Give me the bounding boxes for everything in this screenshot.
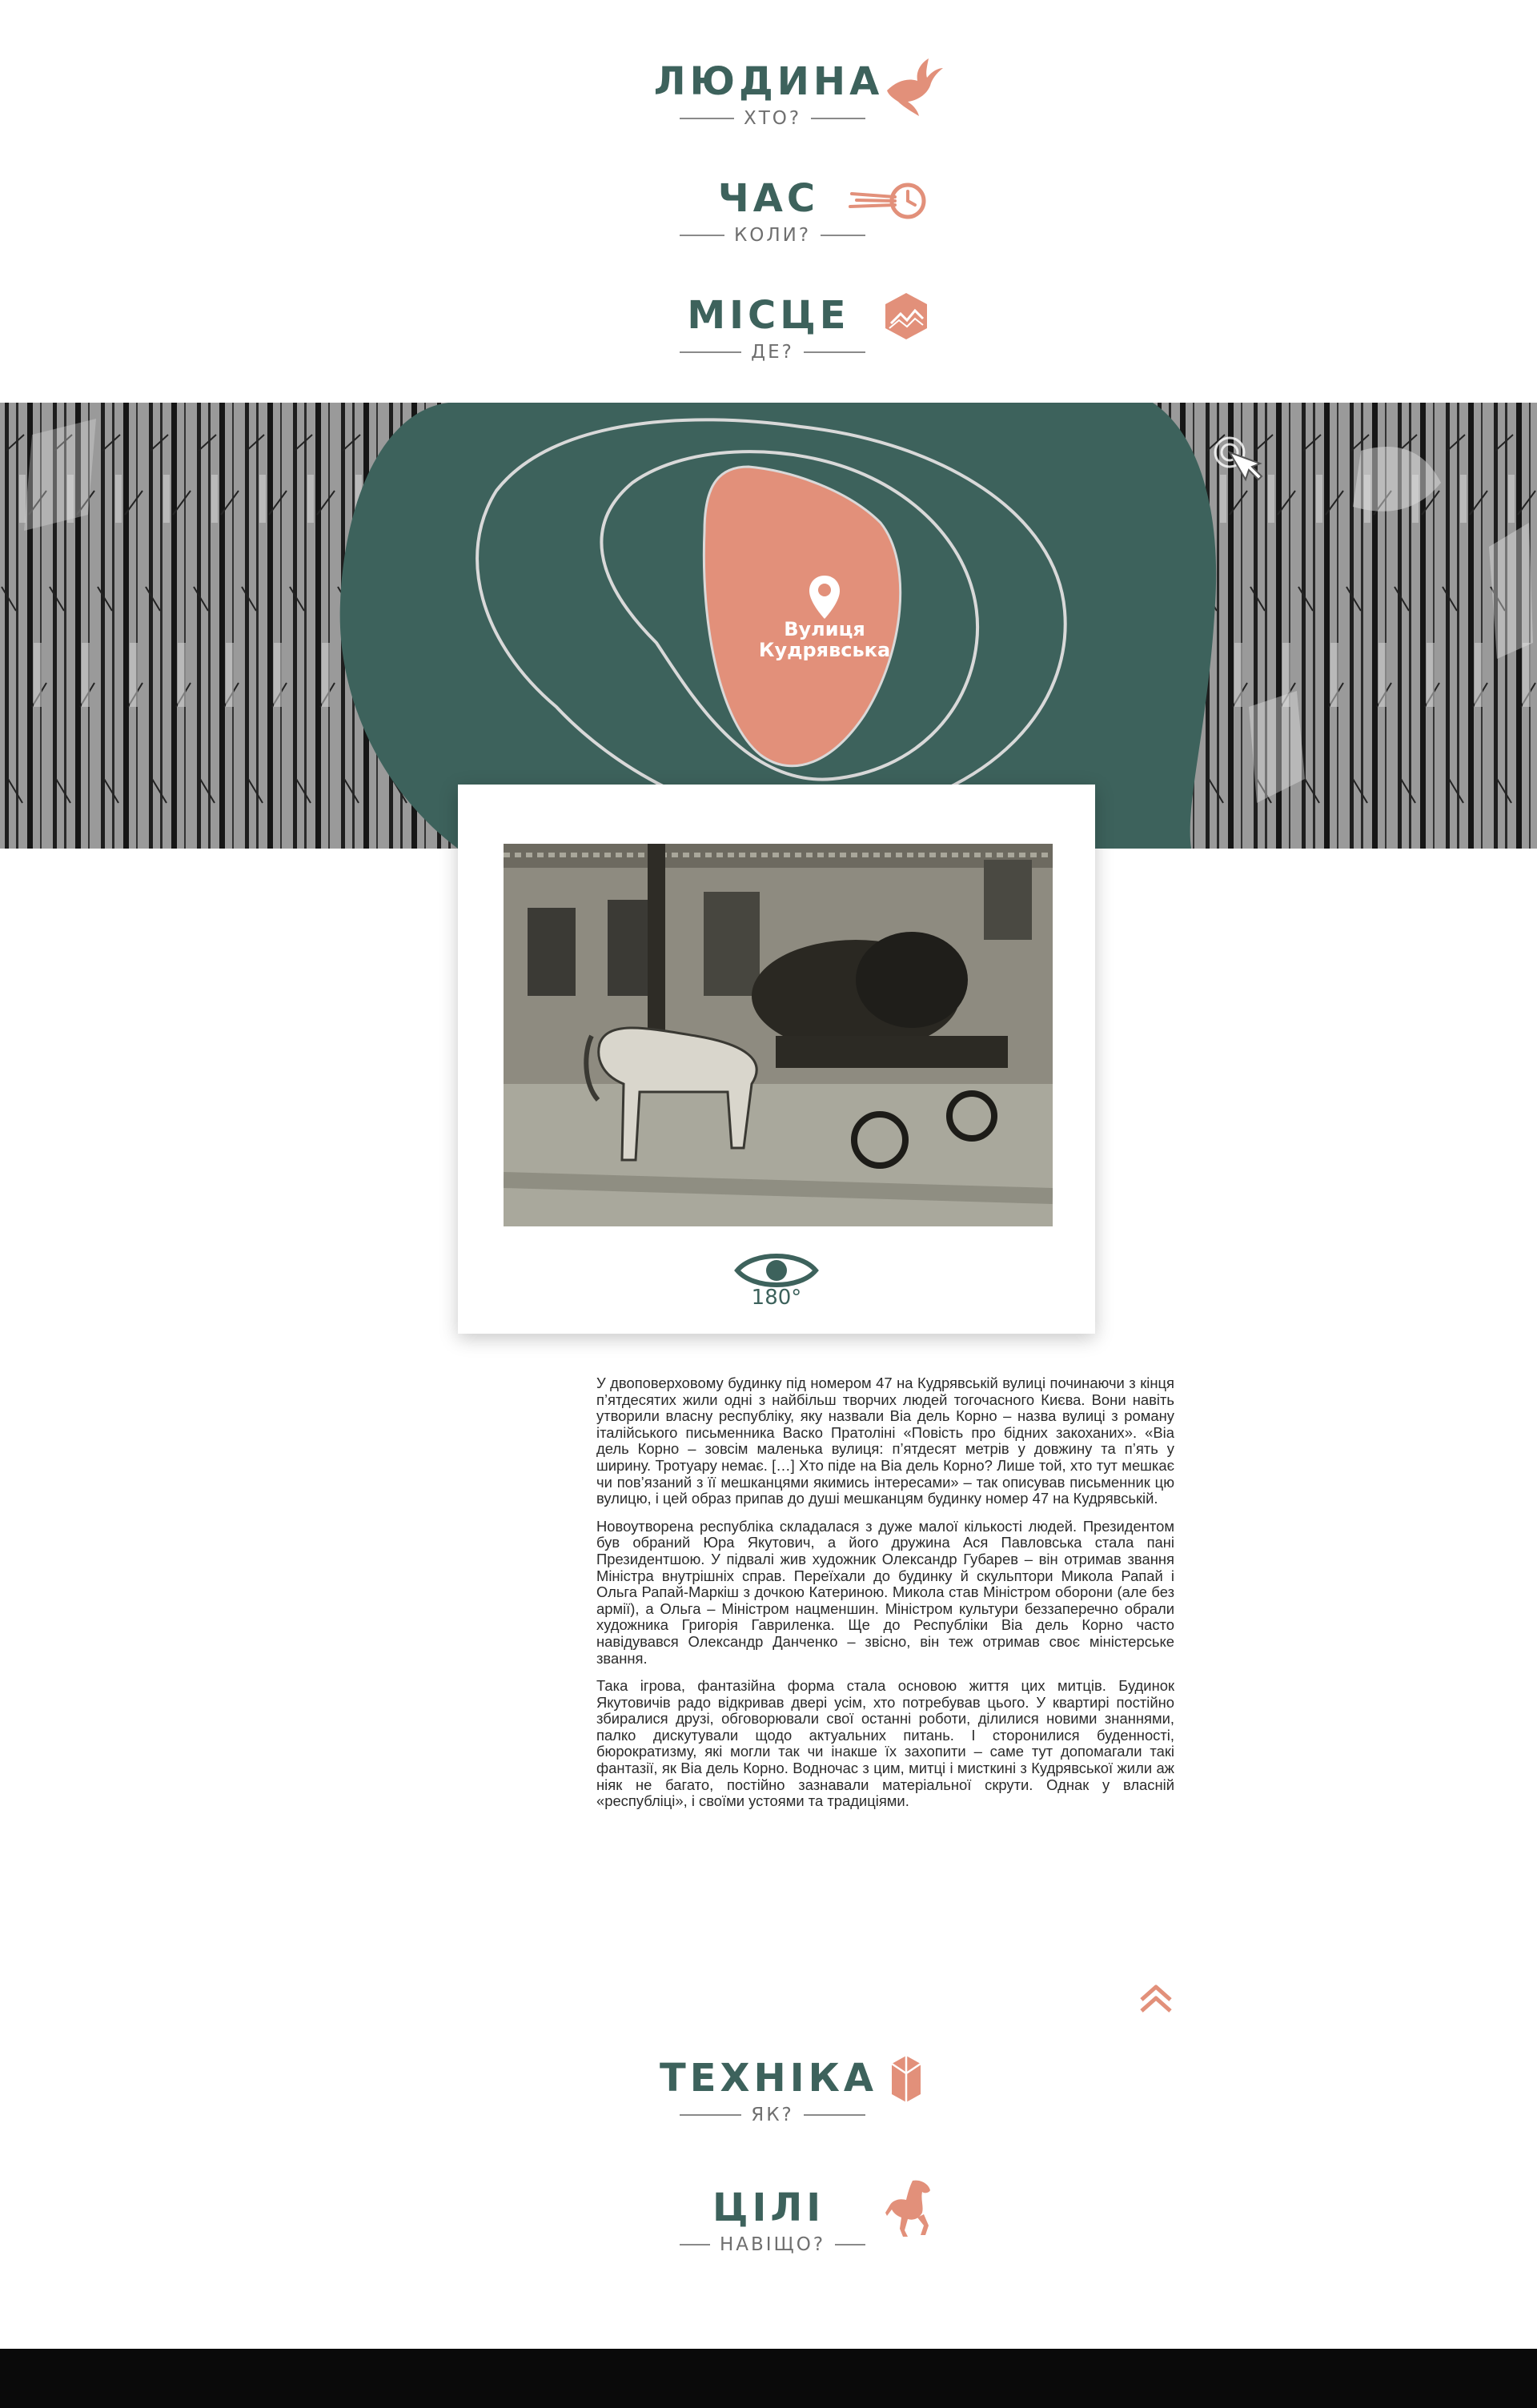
swallow-icon (881, 54, 945, 118)
nav-subtitle-text: ХТО? (743, 108, 802, 129)
nav-item-time[interactable]: ЧАС КОЛИ? (0, 175, 1537, 279)
horse-cart-photo[interactable] (503, 844, 1053, 1226)
scroll-up-button[interactable] (1138, 1984, 1174, 2014)
photo-card: 180° (458, 785, 1095, 1334)
click-cursor-icon (1210, 435, 1263, 488)
nav-title: ЧАС (717, 176, 820, 221)
view-angle-label[interactable]: 180° (722, 1286, 831, 1310)
nav-title: МІСЦЕ (687, 293, 850, 338)
nav-subtitle-text: ЯК? (751, 2105, 794, 2125)
hexagon-map-icon (883, 291, 929, 341)
nav-item-goals[interactable]: ЦІЛІ НАВІЩО? (0, 2180, 1537, 2288)
article-body: У двоповерховому будинку під номером 47 … (596, 1375, 1174, 1821)
divider (803, 351, 865, 353)
article-paragraph: Така ігрова, фантазійна форма стала осно… (596, 1677, 1174, 1810)
nav-item-technique[interactable]: ТЕХНІКА ЯК? (0, 2054, 1537, 2158)
divider (680, 2244, 710, 2245)
location-label[interactable]: Вулиця Кудрявська (728, 619, 921, 660)
nav-title: ЛЮДИНА (653, 59, 884, 104)
footer-bar (0, 2349, 1537, 2408)
divider (835, 2244, 865, 2245)
divider (680, 235, 724, 236)
nav-subtitle: НАВІЩО? (680, 2233, 865, 2256)
divider (680, 118, 734, 119)
article-paragraph: У двоповерховому будинку під номером 47 … (596, 1375, 1174, 1507)
nav-item-person[interactable]: ЛЮДИНА ХТО? (0, 58, 1537, 162)
nav-title: ТЕХНІКА (660, 2056, 877, 2101)
nav-subtitle-text: НАВІЩО? (719, 2234, 826, 2255)
flying-clock-icon (849, 176, 929, 224)
horse-icon (884, 2177, 935, 2238)
nav-subtitle-text: КОЛИ? (733, 225, 812, 246)
divider (821, 235, 866, 236)
divider (680, 351, 742, 353)
nav-subtitle: ХТО? (680, 107, 865, 130)
crystal-icon (889, 2054, 924, 2104)
nav-subtitle: ДЕ? (680, 341, 865, 363)
nav-subtitle-text: ДЕ? (751, 342, 794, 363)
map-pin-icon[interactable] (807, 574, 842, 620)
article-paragraph: Новоутворена республіка складалася з дуж… (596, 1517, 1174, 1667)
nav-subtitle: КОЛИ? (680, 224, 866, 247)
divider (811, 118, 865, 119)
divider (803, 2114, 865, 2116)
double-chevron-up-icon (1140, 1985, 1172, 2013)
divider (680, 2114, 742, 2116)
nav-title: ЦІЛІ (712, 2185, 825, 2230)
nav-subtitle: ЯК? (680, 2104, 865, 2126)
nav-item-place[interactable]: МІСЦЕ ДЕ? (0, 291, 1537, 395)
